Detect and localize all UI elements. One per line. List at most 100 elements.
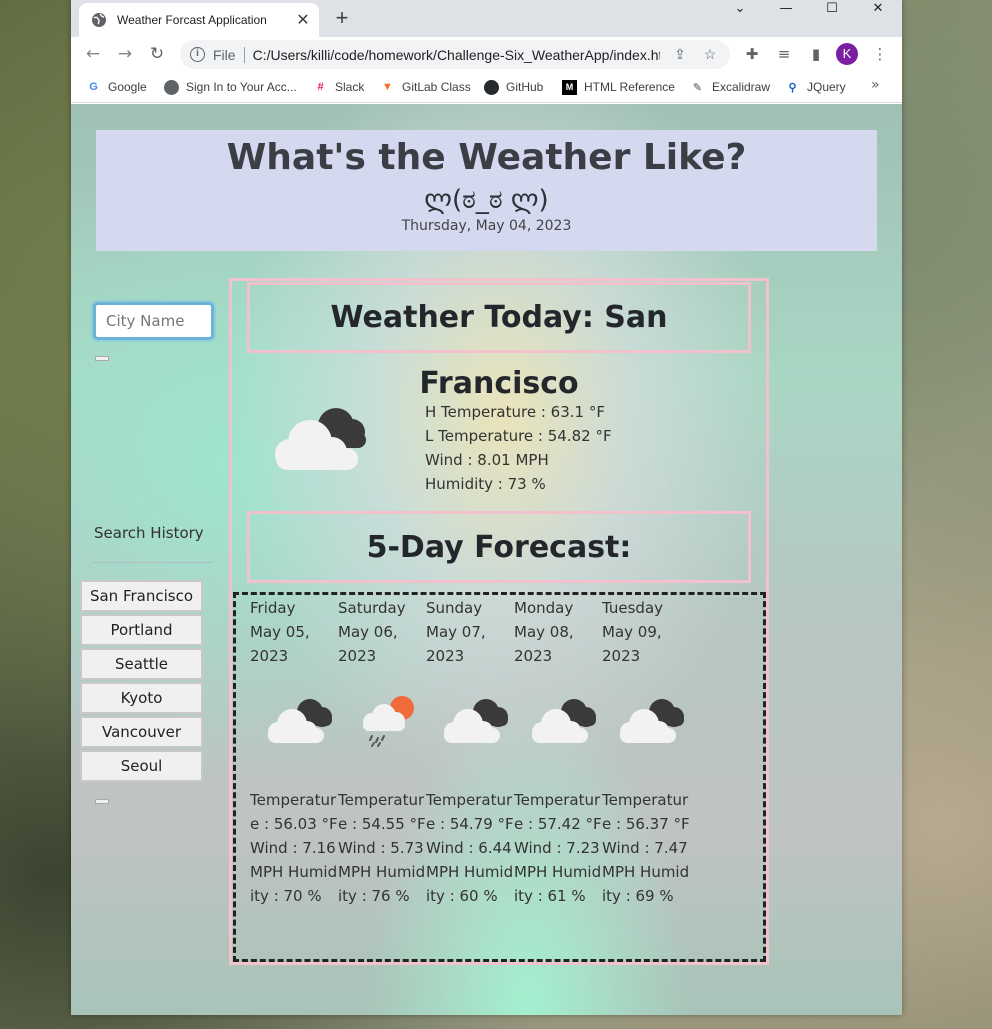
github-icon xyxy=(484,79,499,95)
cloudy-icon xyxy=(444,699,508,743)
chevron-down-icon[interactable]: ⌄ xyxy=(717,0,763,18)
mdn-icon: M xyxy=(562,79,577,95)
media-icon[interactable]: ≡ xyxy=(771,41,797,67)
forecast-date: May 09, 2023 xyxy=(602,623,662,665)
extensions-icon[interactable]: ✚ xyxy=(739,41,765,67)
reload-icon[interactable]: ↻ xyxy=(144,41,170,67)
forecast-stats: Temperature : 57.42 °F Wind : 7.23 MPH H… xyxy=(514,791,602,905)
forecast-stats: Temperature : 54.55 °F Wind : 5.73 MPH H… xyxy=(338,791,426,905)
bookmark-gitlab[interactable]: ▼ GitLab Class xyxy=(380,78,471,96)
star-icon[interactable]: ☆ xyxy=(700,46,720,63)
bookmark-label: Excalidraw xyxy=(712,80,771,94)
excalidraw-icon: ✎ xyxy=(692,81,703,94)
url-text[interactable]: C:/Users/killi/code/homework/Challenge-S… xyxy=(253,47,660,63)
history-city-button[interactable]: Seoul xyxy=(80,750,203,782)
forecast-weekday: Saturday xyxy=(338,599,406,617)
side-panel-icon[interactable]: ▮ xyxy=(803,41,829,67)
current-date: Thursday, May 04, 2023 xyxy=(401,218,572,234)
page-title: What's the Weather Like? xyxy=(226,137,747,178)
close-window-icon[interactable]: ✕ xyxy=(855,0,901,18)
cloudy-icon xyxy=(532,699,596,743)
bookmark-label: Sign In to Your Acc... xyxy=(186,80,297,94)
cloudy-icon xyxy=(275,408,366,470)
address-bar[interactable]: i File C:/Users/killi/code/homework/Chal… xyxy=(180,40,730,69)
forecast-date: May 08, 2023 xyxy=(514,623,574,665)
history-city-button[interactable]: Kyoto xyxy=(80,682,203,714)
info-icon[interactable]: i xyxy=(190,47,205,62)
forecast-date: May 06, 2023 xyxy=(338,623,398,665)
forecast-weekday: Friday xyxy=(250,599,296,617)
more-bookmarks-icon[interactable]: » xyxy=(871,77,880,93)
gitlab-icon: ▼ xyxy=(382,81,393,93)
maximize-icon[interactable]: ☐ xyxy=(809,0,855,18)
url-scheme: File xyxy=(213,46,236,63)
forecast-weekday: Sunday xyxy=(426,599,483,617)
bookmark-excalidraw[interactable]: ✎ Excalidraw xyxy=(690,78,770,96)
bookmark-label: GitLab Class xyxy=(402,80,471,94)
bookmark-label: JQuery xyxy=(807,80,846,94)
back-icon[interactable]: ← xyxy=(80,41,106,67)
profile-avatar[interactable]: K xyxy=(836,43,858,65)
bookmark-label: Slack xyxy=(335,80,365,94)
bookmark-html-reference[interactable]: M HTML Reference xyxy=(562,78,675,96)
google-icon: G xyxy=(89,81,98,93)
page-header: What's the Weather Like? ლ(ಠ_ಠ ლ) Thursd… xyxy=(96,130,877,251)
today-wind: Wind : 8.01 MPH xyxy=(425,451,549,469)
city-search-input[interactable] xyxy=(93,302,214,340)
search-button[interactable] xyxy=(95,356,109,361)
bookmarks-bar: G Google Sign In to Your Acc... # Slack … xyxy=(71,72,902,103)
history-city-button[interactable]: Portland xyxy=(80,614,203,646)
today-high-temp: H Temperature : 63.1 °F xyxy=(425,403,605,421)
forecast-date: May 07, 2023 xyxy=(426,623,486,665)
tab-strip: Weather Forcast Application ✕ + ⌄ — ☐ ✕ xyxy=(71,0,902,37)
url-separator xyxy=(243,46,245,63)
today-humidity: Humidity : 73 % xyxy=(425,475,546,493)
forecast-day-card: Tuesday May 09, 2023 Temperature : 56.37… xyxy=(602,596,690,908)
bookmark-slack[interactable]: # Slack xyxy=(313,78,364,96)
forecast-stats: Temperature : 56.03 °F Wind : 7.16 MPH H… xyxy=(250,791,338,905)
weather-page: What's the Weather Like? ლ(ಠ_ಠ ლ) Thursd… xyxy=(71,104,902,1015)
forecast-date: May 05, 2023 xyxy=(250,623,310,665)
browser-toolbar: ← → ↻ i File C:/Users/killi/code/homewor… xyxy=(71,37,902,72)
history-city-button[interactable]: San Francisco xyxy=(80,580,203,612)
globe-icon xyxy=(164,79,179,95)
today-low-temp: L Temperature : 54.82 °F xyxy=(425,427,612,445)
today-title-box: Weather Today: San Francisco xyxy=(247,282,751,401)
forecast-weekday: Monday xyxy=(514,599,574,617)
bookmark-label: GitHub xyxy=(506,80,544,94)
close-tab-icon[interactable]: ✕ xyxy=(295,10,311,30)
forecast-title: 5-Day Forecast: xyxy=(366,530,632,565)
cloudy-icon xyxy=(268,699,332,743)
globe-icon xyxy=(92,13,106,27)
forecast-stats: Temperature : 54.79 °F Wind : 6.44 MPH H… xyxy=(426,791,514,905)
menu-icon[interactable]: ⋮ xyxy=(867,41,893,67)
bookmark-sign-in[interactable]: Sign In to Your Acc... xyxy=(164,78,297,96)
history-city-button[interactable]: Seattle xyxy=(80,648,203,680)
bookmark-github[interactable]: GitHub xyxy=(484,78,543,96)
new-tab-button[interactable]: + xyxy=(329,6,355,32)
bookmark-jquery[interactable]: ⚲ JQuery xyxy=(785,78,846,96)
slack-icon: # xyxy=(317,81,324,93)
header-face: ლ(ಠ_ಠ ლ) xyxy=(424,185,549,215)
forecast-day-card: Friday May 05, 2023 Temperature : 56.03 … xyxy=(250,596,338,908)
share-icon[interactable]: ⇪ xyxy=(670,46,690,63)
forecast-day-card: Sunday May 07, 2023 Temperature : 54.79 … xyxy=(426,596,514,908)
search-history-list: San Francisco Portland Seattle Kyoto Van… xyxy=(80,580,203,784)
history-divider xyxy=(92,562,213,563)
bookmark-google[interactable]: G Google xyxy=(86,78,147,96)
minimize-icon[interactable]: — xyxy=(763,0,809,18)
bookmark-label: Google xyxy=(108,80,147,94)
sun-rain-icon xyxy=(363,696,414,747)
cloudy-icon xyxy=(620,699,684,743)
bookmark-label: HTML Reference xyxy=(584,80,675,94)
forward-icon[interactable]: → xyxy=(112,41,138,67)
forecast-weekday: Tuesday xyxy=(602,599,664,617)
browser-window: Weather Forcast Application ✕ + ⌄ — ☐ ✕ … xyxy=(71,0,902,1015)
search-icon: ⚲ xyxy=(788,81,797,94)
history-city-button[interactable]: Vancouver xyxy=(80,716,203,748)
search-history-title: Search History xyxy=(94,524,204,542)
tab-weather-app[interactable]: Weather Forcast Application ✕ xyxy=(79,3,319,37)
clear-history-button[interactable] xyxy=(95,799,109,804)
tab-title: Weather Forcast Application xyxy=(117,13,267,27)
forecast-title-box: 5-Day Forecast: xyxy=(247,511,751,583)
